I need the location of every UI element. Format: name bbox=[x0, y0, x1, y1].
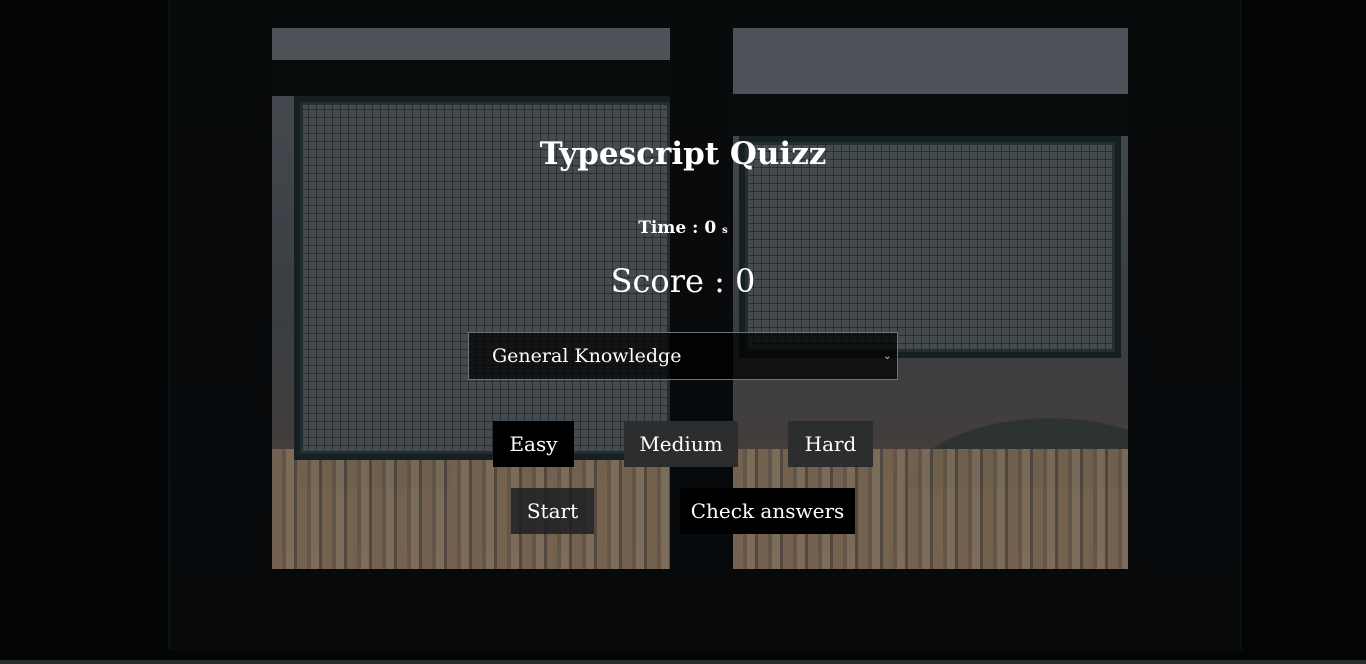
check-answers-button[interactable]: Check answers bbox=[680, 488, 855, 534]
start-button[interactable]: Start bbox=[511, 488, 594, 534]
chevron-down-icon: ⌄ bbox=[882, 349, 892, 362]
page-title: Typescript Quizz bbox=[539, 136, 827, 172]
quiz-panel: Typescript Quizz Time : 0 s Score : 0 Ge… bbox=[0, 0, 1366, 664]
hard-button[interactable]: Hard bbox=[788, 421, 873, 467]
easy-button[interactable]: Easy bbox=[493, 421, 574, 467]
timer-unit: s bbox=[722, 225, 728, 236]
score-display: Score : 0 bbox=[0, 262, 1366, 300]
category-select[interactable]: General Knowledge ⌄ bbox=[468, 332, 898, 380]
timer-label: Time : bbox=[638, 218, 705, 238]
score-label: Score : bbox=[610, 262, 736, 300]
category-selected-value: General Knowledge bbox=[492, 345, 682, 367]
timer-display: Time : 0 s bbox=[0, 218, 1366, 238]
score-value: 0 bbox=[735, 262, 756, 300]
timer-value: 0 bbox=[704, 218, 717, 238]
medium-button[interactable]: Medium bbox=[624, 421, 738, 467]
